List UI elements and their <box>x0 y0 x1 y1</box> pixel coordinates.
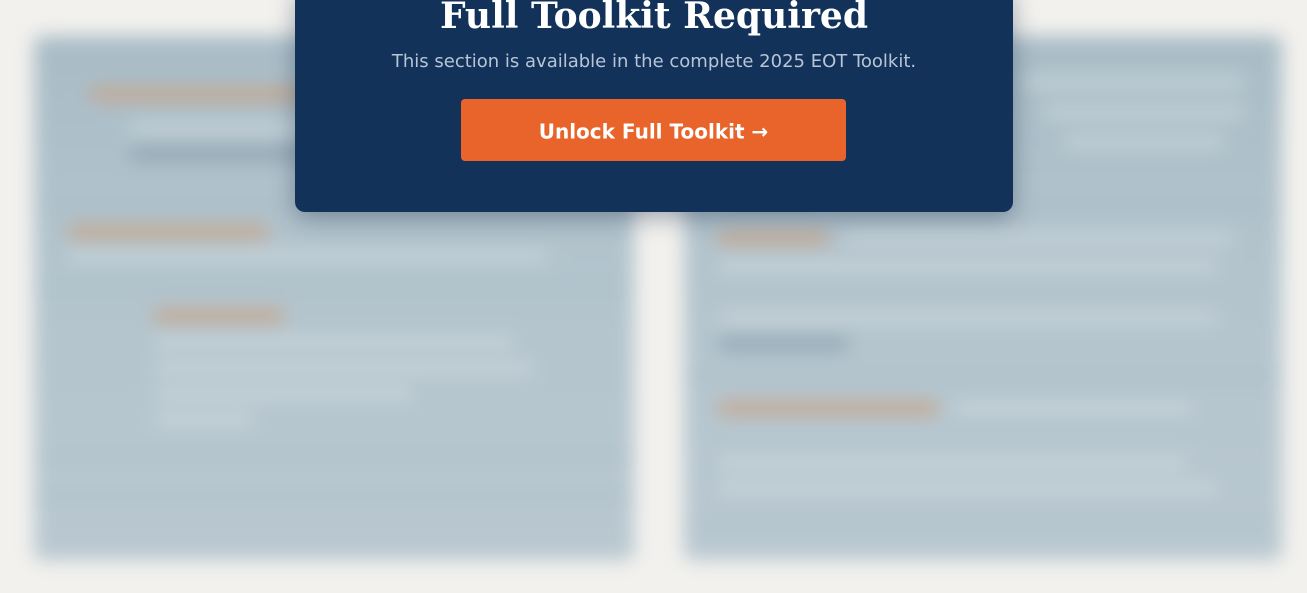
blurred-text-line <box>844 232 1234 244</box>
modal-title: Full Toolkit Required <box>439 0 868 37</box>
blurred-divider <box>684 522 1282 524</box>
blurred-text-line <box>68 250 548 262</box>
blurred-divider <box>684 376 1282 378</box>
blurred-text-line <box>154 336 514 348</box>
blurred-text-line <box>718 482 1218 494</box>
blurred-text-line <box>154 388 414 400</box>
modal-subtitle: This section is available in the complet… <box>391 51 917 72</box>
blurred-text-line <box>718 312 1218 324</box>
unlock-button-label: Unlock Full Toolkit <box>538 119 745 144</box>
blurred-text-line <box>1044 106 1244 118</box>
unlock-full-toolkit-button[interactable]: Unlock Full Toolkit → <box>461 99 846 161</box>
blurred-text-line <box>718 456 1188 468</box>
blurred-text-line <box>154 362 534 374</box>
paywall-modal: Full Toolkit Required This section is av… <box>295 0 1013 212</box>
blurred-divider <box>34 456 634 458</box>
blurred-divider <box>34 496 634 498</box>
blurred-text-line <box>154 414 254 426</box>
blurred-text-line <box>718 260 1218 272</box>
blurred-text-line <box>718 338 848 350</box>
blurred-subheading <box>154 310 284 322</box>
blurred-text-line <box>1064 136 1224 148</box>
blurred-text-line <box>1024 76 1244 88</box>
blurred-heading <box>90 88 330 100</box>
blurred-divider <box>34 286 634 288</box>
blurred-subheading <box>718 232 828 244</box>
blurred-subheading <box>718 402 938 414</box>
arrow-right-icon: → <box>751 119 769 144</box>
blurred-text-line <box>954 402 1194 414</box>
blurred-subheading <box>68 226 268 238</box>
